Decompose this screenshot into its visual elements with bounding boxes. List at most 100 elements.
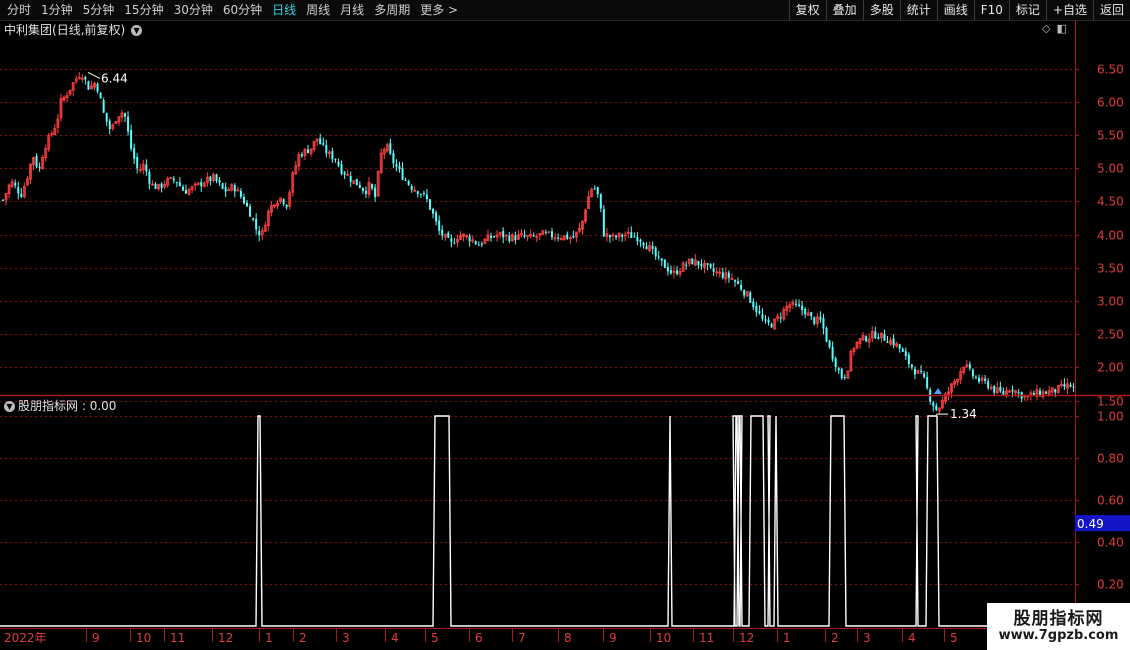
candle-body: [20, 193, 23, 197]
low-arrow-icon: [934, 388, 942, 394]
candle-body: [968, 364, 971, 369]
time-tick-label: 2022年: [4, 631, 47, 645]
candle-body: [920, 370, 923, 372]
candle-body: [721, 272, 724, 278]
kline-chart[interactable]: 6.50 6.00 5.50 5.00 4.50 4.00 3.50 3.00 2.50 2.00…: [0, 0, 1130, 650]
candle-body: [242, 196, 245, 204]
candle-body: [608, 235, 611, 238]
candle-body: [877, 337, 880, 339]
candle-body: [566, 234, 569, 239]
candle-body: [477, 244, 480, 246]
time-tick-label: 10: [656, 631, 671, 645]
candle-body: [727, 272, 730, 278]
indicator-tick-label: 0.20: [1097, 578, 1124, 592]
time-tick-label: 1: [265, 631, 273, 645]
candle-body: [239, 190, 242, 198]
candle-body: [255, 218, 258, 230]
candle-body: [432, 208, 435, 214]
candle-body: [221, 183, 224, 189]
candle-body: [105, 112, 108, 122]
candle-body: [654, 247, 657, 257]
candle-body: [840, 369, 843, 379]
candle-body: [502, 231, 505, 238]
candle-body: [453, 242, 456, 244]
candle-body: [17, 187, 20, 194]
candle-body: [660, 258, 663, 261]
candle-body: [300, 154, 303, 157]
price-tick-label: 5.50: [1097, 129, 1124, 143]
price-tick-label: 3.00: [1097, 295, 1124, 309]
pane-icons: ◇ ◧: [1042, 22, 1067, 35]
candle-body: [691, 258, 694, 265]
candle-body: [843, 376, 846, 378]
candle-body: [599, 193, 602, 209]
candle-body: [657, 256, 660, 258]
candle-body: [999, 386, 1002, 392]
indicator-cursor-value: 0.49: [1077, 517, 1104, 531]
candle-body: [676, 270, 679, 275]
indicator-value: 0.00: [89, 399, 117, 413]
candle-body: [630, 232, 633, 238]
time-tick-label: 5: [431, 631, 439, 645]
indicator-pane-title: ▼ 股朋指标网 : 0.00: [4, 398, 116, 414]
time-tick-label: 8: [564, 631, 572, 645]
diamond-icon[interactable]: ◇: [1042, 22, 1050, 35]
price-tick-label: 4.50: [1097, 195, 1124, 209]
time-tick-label: 12: [218, 631, 233, 645]
candle-body: [926, 376, 929, 389]
candle-body: [355, 178, 358, 186]
candle-body: [758, 311, 761, 314]
candle-body: [822, 318, 825, 329]
candle-body: [133, 148, 136, 159]
chevron-down-icon[interactable]: ▼: [4, 401, 15, 412]
candle-body: [886, 341, 889, 344]
time-tick-label: 9: [609, 631, 617, 645]
candle-body: [740, 284, 743, 290]
candle-body: [246, 202, 248, 207]
candle-body: [819, 316, 822, 320]
candle-body: [392, 153, 395, 164]
time-tick-label: 2: [831, 631, 839, 645]
candle-body: [108, 120, 111, 130]
candle-body: [795, 303, 797, 305]
candle-body: [734, 280, 736, 282]
candle-body: [645, 246, 648, 250]
candle-body: [493, 236, 496, 238]
candle-body: [913, 368, 916, 375]
time-tick-label: 5: [950, 631, 958, 645]
candle-body: [99, 92, 102, 99]
candle-body: [834, 358, 837, 367]
candle-body: [1045, 391, 1048, 394]
candle-body: [218, 180, 221, 183]
window-icon[interactable]: ◧: [1056, 22, 1066, 35]
watermark-url: www.7gpzb.com: [998, 628, 1119, 643]
candle-body: [14, 182, 17, 186]
candle-body: [639, 239, 642, 242]
chevron-down-icon[interactable]: ▼: [131, 25, 143, 36]
time-tick-label: 12: [739, 631, 754, 645]
candle-body: [901, 348, 904, 352]
high-marker-line: [87, 72, 101, 79]
candle-body: [468, 236, 471, 242]
candle-body: [883, 334, 886, 341]
candle-body: [865, 336, 868, 342]
candle-body: [523, 234, 526, 237]
candle-body: [480, 243, 483, 245]
candle-body: [334, 158, 337, 161]
candle-body: [764, 319, 767, 321]
candle-body: [419, 194, 422, 196]
candle-body: [307, 149, 309, 154]
candle-body: [1032, 393, 1035, 395]
candle-body: [923, 373, 926, 377]
high-label: 6.44: [101, 71, 128, 85]
candle-body: [837, 368, 840, 371]
candle-body: [374, 187, 377, 198]
candle-body: [1002, 391, 1005, 395]
time-tick-label: 2: [299, 631, 307, 645]
candle-body: [621, 234, 624, 237]
candle-body: [252, 218, 255, 220]
time-tick-label: 3: [342, 631, 350, 645]
candle-body: [124, 113, 126, 117]
candle-body: [593, 188, 596, 190]
candle-body: [874, 331, 877, 338]
